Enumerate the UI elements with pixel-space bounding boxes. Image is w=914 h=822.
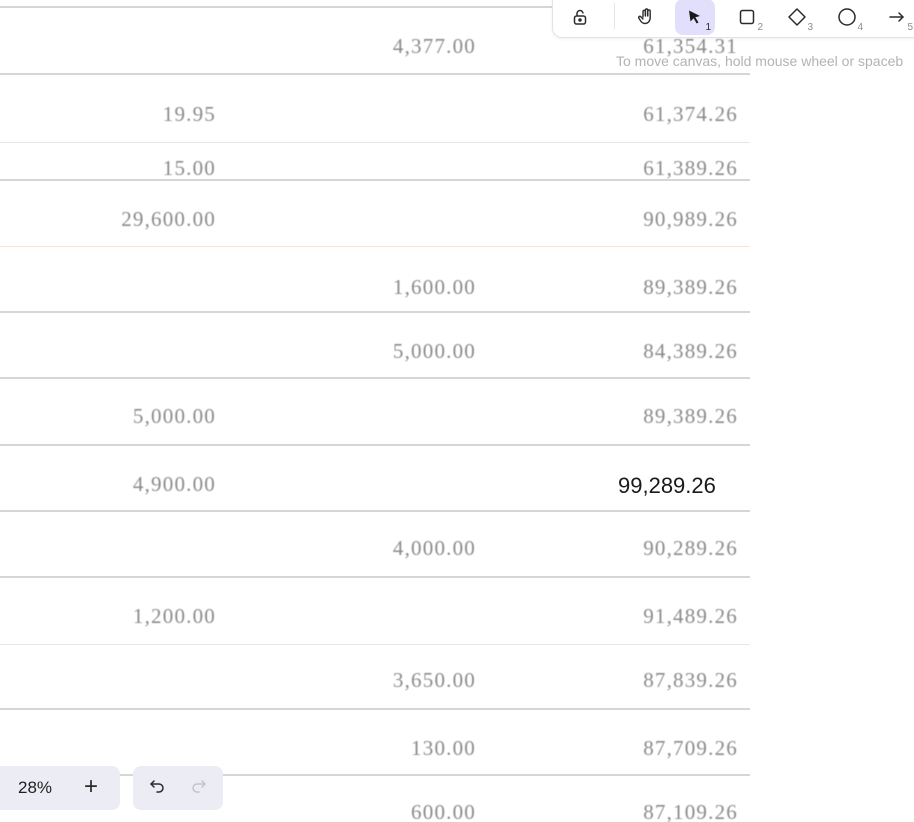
lock-open-icon	[571, 8, 589, 26]
balance-text-element[interactable]: 99,289.26	[616, 473, 718, 499]
ledger-rule	[0, 246, 750, 247]
ledger-rule	[0, 510, 750, 512]
redo-icon	[190, 777, 208, 800]
pointer-arrow-icon	[687, 9, 703, 25]
ledger-rule	[0, 142, 750, 143]
balance-cell: 61,389.26	[643, 156, 738, 180]
shortcut-key: 3	[807, 22, 813, 33]
drawing-canvas[interactable]: 4,377.00 61,354.31 19.95 61,374.26 15.00…	[0, 0, 914, 822]
embedded-ledger-image[interactable]: 4,377.00 61,354.31 19.95 61,374.26 15.00…	[0, 0, 750, 822]
hand-icon	[636, 7, 656, 27]
debit-cell: 5,000.00	[132, 404, 216, 428]
history-controls	[133, 766, 223, 810]
debit-cell: 29,600.00	[121, 207, 216, 231]
balance-cell: 87,839.26	[643, 668, 738, 692]
balance-cell: 89,389.26	[643, 404, 738, 428]
balance-cell: 87,109.26	[643, 800, 738, 822]
redo-button[interactable]	[187, 776, 211, 800]
diamond-icon	[787, 7, 807, 27]
balance-cell: 89,389.26	[643, 275, 738, 299]
debit-cell: 19.95	[162, 102, 216, 126]
undo-button[interactable]	[145, 776, 169, 800]
ledger-rule	[0, 311, 750, 313]
credit-cell: 130.00	[411, 736, 476, 760]
debit-cell: 1,200.00	[132, 604, 216, 628]
tool-rectangle[interactable]: 2	[727, 0, 767, 35]
shortcut-key: 5	[907, 22, 913, 33]
balance-cell: 87,709.26	[643, 736, 738, 760]
ledger-rule	[0, 73, 750, 75]
ledger-rule	[0, 576, 750, 578]
shortcut-key: 1	[705, 22, 711, 33]
balance-cell: 90,989.26	[643, 207, 738, 231]
undo-icon	[148, 777, 166, 800]
canvas-hint: To move canvas, hold mouse wheel or spac…	[616, 53, 904, 69]
ledger-rule	[0, 377, 750, 379]
shortcut-key: 4	[857, 22, 863, 33]
square-icon	[738, 8, 756, 26]
credit-cell: 3,650.00	[392, 668, 476, 692]
tool-hand[interactable]	[626, 0, 666, 35]
zoom-in-button[interactable]: +	[84, 774, 98, 800]
tool-arrow[interactable]: 5	[877, 0, 914, 35]
balance-cell: 61,374.26	[643, 102, 738, 126]
circle-icon	[837, 7, 857, 27]
tool-selection[interactable]: 1	[675, 0, 715, 35]
credit-cell: 600.00	[411, 800, 476, 822]
shape-toolbar: 1 2 3 4 5	[552, 0, 914, 38]
balance-cell: 90,289.26	[643, 536, 738, 560]
credit-cell: 5,000.00	[392, 339, 476, 363]
balance-cell: 84,389.26	[643, 339, 738, 363]
shortcut-key: 2	[757, 22, 763, 33]
credit-cell: 4,377.00	[392, 34, 476, 58]
ledger-rule	[0, 708, 750, 710]
debit-cell: 15.00	[162, 156, 216, 180]
zoom-level[interactable]: 28%	[18, 778, 52, 798]
tool-ellipse[interactable]: 4	[827, 0, 867, 35]
ledger-rule	[0, 444, 750, 446]
zoom-controls: 28% +	[0, 766, 120, 810]
tool-lock[interactable]	[560, 0, 600, 35]
toolbar-divider	[614, 3, 615, 29]
ledger-rule	[0, 644, 750, 645]
tool-diamond[interactable]: 3	[777, 0, 817, 35]
arrow-right-icon	[888, 8, 906, 26]
debit-cell: 4,900.00	[132, 472, 216, 496]
balance-cell: 91,489.26	[643, 604, 738, 628]
credit-cell: 1,600.00	[392, 275, 476, 299]
credit-cell: 4,000.00	[392, 536, 476, 560]
